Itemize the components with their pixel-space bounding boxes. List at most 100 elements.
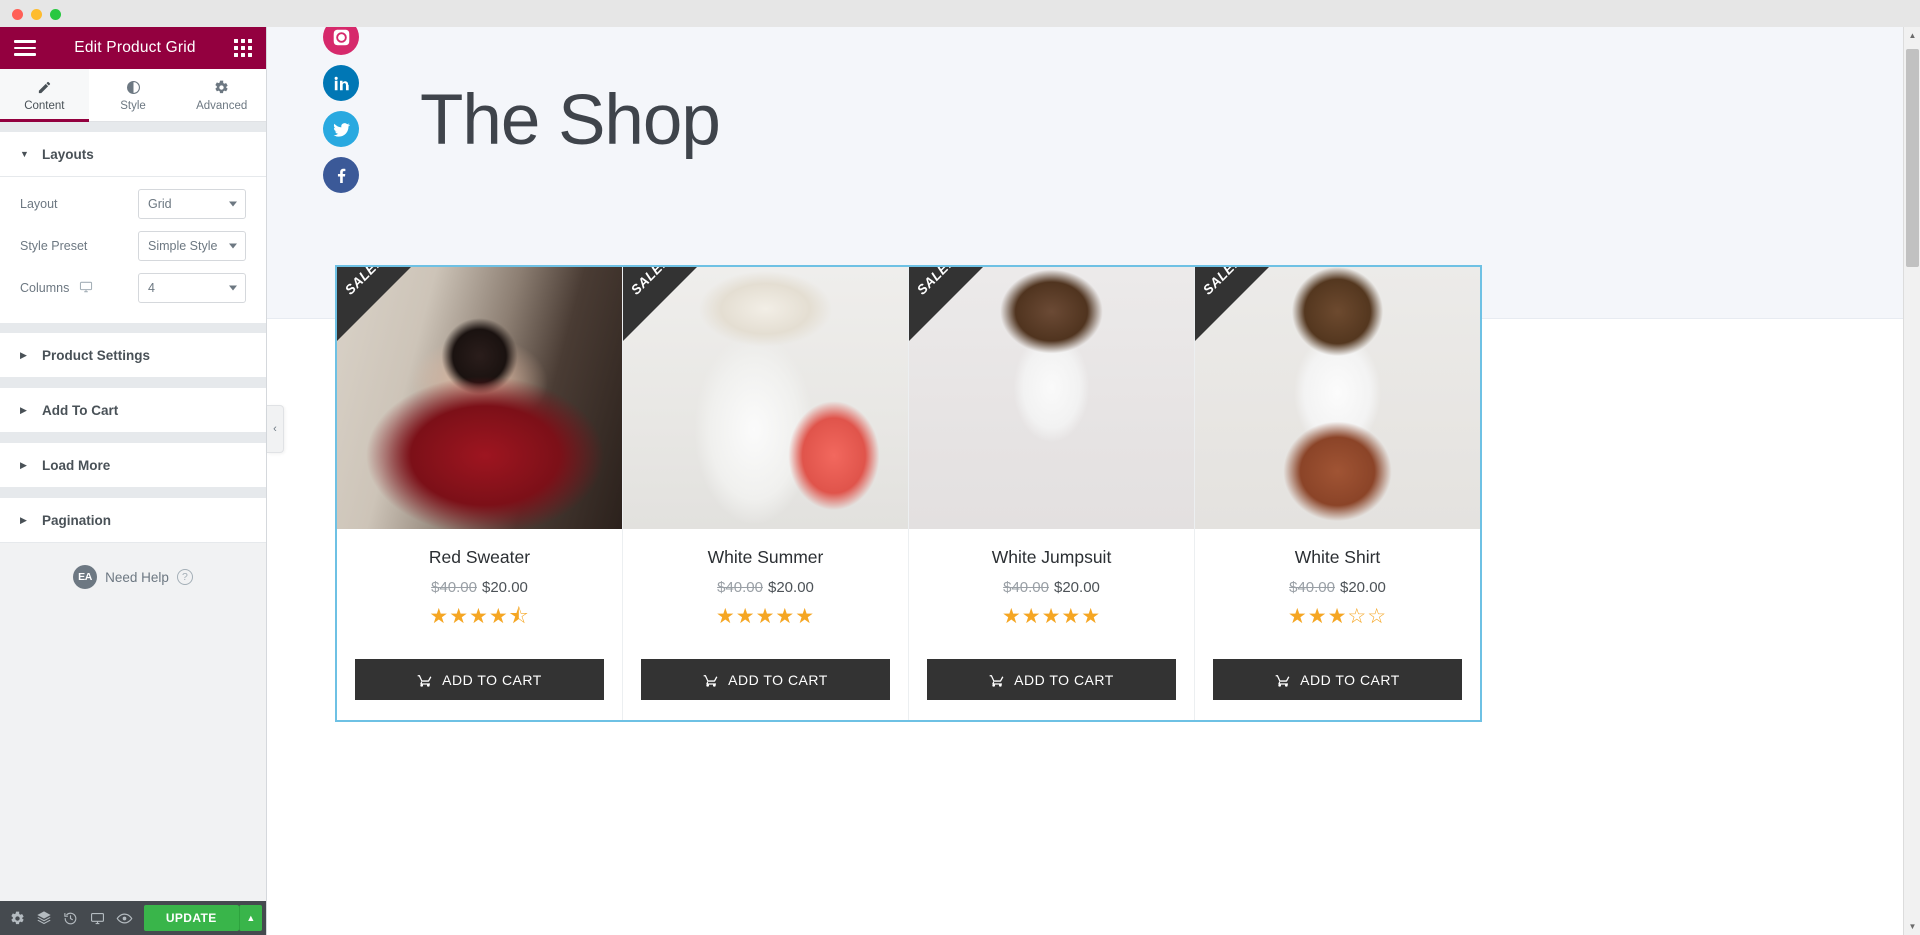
add-to-cart-button[interactable]: ADD TO CART xyxy=(1213,659,1462,700)
section-product-settings[interactable]: ▶ Product Settings xyxy=(0,333,266,378)
scrollbar-thumb[interactable] xyxy=(1906,49,1919,267)
desktop-icon[interactable] xyxy=(79,280,93,297)
grid-apps-icon[interactable] xyxy=(234,39,252,57)
product-old-price: $40.00 xyxy=(717,579,763,596)
columns-select[interactable]: 4 xyxy=(138,273,246,303)
panel-collapse-handle[interactable]: ‹ xyxy=(267,405,284,453)
style-preset-select-value: Simple Style xyxy=(148,239,218,253)
tab-style-label: Style xyxy=(120,99,146,112)
section-divider xyxy=(0,378,266,388)
layout-select-value: Grid xyxy=(148,197,172,211)
product-old-price: $40.00 xyxy=(1289,579,1335,596)
product-name[interactable]: White Jumpsuit xyxy=(921,547,1182,568)
add-to-cart-label: ADD TO CART xyxy=(1300,671,1400,688)
tab-content-label: Content xyxy=(24,99,65,112)
scroll-up-arrow-icon[interactable]: ▲ xyxy=(1904,27,1920,44)
sale-ribbon xyxy=(909,267,983,341)
tab-advanced[interactable]: Advanced xyxy=(177,69,267,121)
panel-footer: UPDATE ▲ xyxy=(0,901,266,935)
control-columns: Columns 4 xyxy=(0,267,266,309)
product-old-price: $40.00 xyxy=(1003,579,1049,596)
add-to-cart-label: ADD TO CART xyxy=(728,671,828,688)
product-rating-stars: ★★★☆☆ xyxy=(1287,605,1388,628)
instagram-icon[interactable] xyxy=(323,27,359,55)
page-title: The Shop xyxy=(420,81,721,160)
update-options-caret[interactable]: ▲ xyxy=(238,905,262,931)
product-grid-widget[interactable]: SALE! Red Sweater $40.00 $20.00 ★★★★⯪ ADD… xyxy=(335,265,1482,722)
need-help-label: Need Help xyxy=(105,569,169,585)
update-button[interactable]: UPDATE xyxy=(143,905,239,931)
add-to-cart-button[interactable]: ADD TO CART xyxy=(641,659,890,700)
product-card[interactable]: SALE! White Summer $40.00 $20.00 ★★★★★ AD… xyxy=(623,267,909,720)
product-info: White Shirt $40.00 $20.00 ★★★☆☆ xyxy=(1195,529,1480,645)
product-name[interactable]: White Shirt xyxy=(1207,547,1468,568)
product-card[interactable]: SALE! White Shirt $40.00 $20.00 ★★★☆☆ ADD… xyxy=(1195,267,1480,720)
twitter-icon[interactable] xyxy=(323,111,359,147)
responsive-mode-icon[interactable] xyxy=(84,901,111,935)
add-to-cart-button[interactable]: ADD TO CART xyxy=(355,659,604,700)
product-price: $40.00 $20.00 xyxy=(349,579,610,596)
scroll-down-arrow-icon[interactable]: ▼ xyxy=(1904,918,1920,935)
history-icon[interactable] xyxy=(58,901,85,935)
tab-advanced-label: Advanced xyxy=(196,99,248,112)
section-divider xyxy=(0,122,266,132)
panel-tabs: Content Style Advanced xyxy=(0,69,267,122)
section-pagination[interactable]: ▶ Pagination xyxy=(0,498,266,543)
product-info: Red Sweater $40.00 $20.00 ★★★★⯪ xyxy=(337,529,622,645)
control-columns-text: Columns xyxy=(20,281,70,295)
product-image[interactable]: SALE! xyxy=(909,267,1194,529)
tab-style[interactable]: Style xyxy=(88,69,178,121)
tab-content[interactable]: Content xyxy=(0,69,89,122)
close-window-button[interactable] xyxy=(12,9,23,20)
hamburger-icon[interactable] xyxy=(14,40,36,56)
chevron-right-icon: ▶ xyxy=(20,514,27,525)
product-info: White Jumpsuit $40.00 $20.00 ★★★★★ xyxy=(909,529,1194,645)
product-name[interactable]: White Summer xyxy=(635,547,896,568)
chevron-down-icon xyxy=(229,243,237,249)
control-style-preset-label: Style Preset xyxy=(20,239,88,253)
section-layouts-label: Layouts xyxy=(42,146,94,162)
section-layouts[interactable]: ▼ Layouts xyxy=(0,132,266,177)
product-price: $40.00 $20.00 xyxy=(635,579,896,596)
need-help-link[interactable]: EA Need Help ? xyxy=(0,543,266,611)
gear-icon xyxy=(214,79,229,96)
minimize-window-button[interactable] xyxy=(31,9,42,20)
add-to-cart-button[interactable]: ADD TO CART xyxy=(927,659,1176,700)
product-price: $40.00 $20.00 xyxy=(1207,579,1468,596)
section-add-to-cart-label: Add To Cart xyxy=(42,402,119,418)
layout-select[interactable]: Grid xyxy=(138,189,246,219)
preview-eye-icon[interactable] xyxy=(111,901,138,935)
sale-ribbon xyxy=(623,267,697,341)
style-preset-select[interactable]: Simple Style xyxy=(138,231,246,261)
cart-icon xyxy=(417,674,432,687)
control-layout: Layout Grid xyxy=(0,183,266,225)
ea-logo-icon: EA xyxy=(73,565,98,589)
linkedin-icon[interactable] xyxy=(323,65,359,101)
product-name[interactable]: Red Sweater xyxy=(349,547,610,568)
section-add-to-cart[interactable]: ▶ Add To Cart xyxy=(0,388,266,433)
layers-navigator-icon[interactable] xyxy=(31,901,58,935)
control-layout-label: Layout xyxy=(20,197,58,211)
product-image[interactable]: SALE! xyxy=(337,267,622,529)
maximize-window-button[interactable] xyxy=(50,9,61,20)
page-scrollbar[interactable]: ▲ ▼ xyxy=(1903,27,1920,935)
control-style-preset: Style Preset Simple Style xyxy=(0,225,266,267)
section-divider xyxy=(0,323,266,333)
social-icons-bar xyxy=(323,27,359,193)
product-sale-price: $20.00 xyxy=(1340,579,1386,596)
product-sale-price: $20.00 xyxy=(482,579,528,596)
product-image[interactable]: SALE! xyxy=(1195,267,1480,529)
product-rating-stars: ★★★★⯪ xyxy=(429,605,530,628)
product-image[interactable]: SALE! xyxy=(623,267,908,529)
section-load-more[interactable]: ▶ Load More xyxy=(0,443,266,488)
section-pagination-label: Pagination xyxy=(42,512,112,528)
sale-ribbon xyxy=(1195,267,1269,341)
panel-body: ▼ Layouts Layout Grid Style Preset Simpl… xyxy=(0,122,266,901)
question-mark-icon[interactable]: ? xyxy=(176,569,193,585)
facebook-icon[interactable] xyxy=(323,157,359,193)
product-card[interactable]: SALE! Red Sweater $40.00 $20.00 ★★★★⯪ ADD… xyxy=(337,267,623,720)
section-product-settings-label: Product Settings xyxy=(42,347,151,363)
product-card[interactable]: SALE! White Jumpsuit $40.00 $20.00 ★★★★★ … xyxy=(909,267,1195,720)
settings-gear-icon[interactable] xyxy=(4,901,31,935)
contrast-icon xyxy=(126,79,141,96)
